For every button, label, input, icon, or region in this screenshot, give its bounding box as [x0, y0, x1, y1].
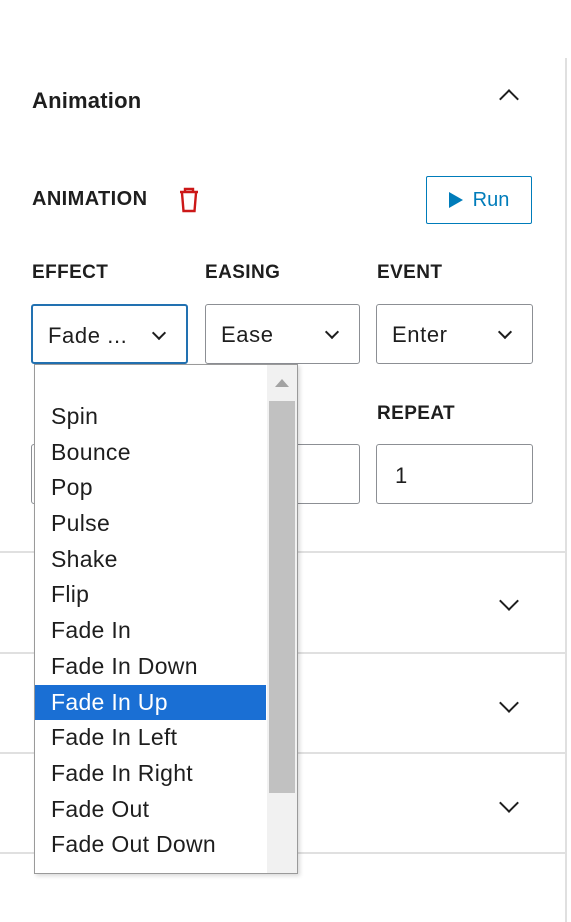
dropdown-option[interactable]: Fade Out — [35, 792, 266, 828]
scrollbar[interactable] — [267, 365, 297, 873]
event-select[interactable]: Enter — [376, 304, 533, 364]
chevron-down-icon[interactable] — [499, 693, 519, 713]
dropdown-option[interactable]: Spin — [35, 399, 266, 435]
chevron-down-icon — [324, 324, 340, 340]
run-button-label: Run — [472, 188, 510, 211]
run-button[interactable]: Run — [426, 176, 532, 224]
event-label: EVENT — [377, 262, 443, 283]
repeat-label: REPEAT — [377, 403, 456, 424]
repeat-input[interactable]: 1 — [376, 444, 533, 504]
animation-panel: Animation ANIMATION Run EFFECT EASING EV… — [0, 0, 571, 922]
repeat-input-value: 1 — [395, 463, 408, 488]
dropdown-option[interactable]: Fade Out Down — [35, 827, 266, 863]
scroll-up-arrow-icon[interactable] — [275, 379, 289, 387]
dropdown-option[interactable]: Shake — [35, 542, 266, 578]
chevron-down-icon — [151, 325, 167, 341]
panel-border — [565, 58, 567, 922]
dropdown-option[interactable]: Fade In Down — [35, 649, 266, 685]
play-icon — [448, 192, 463, 208]
dropdown-option[interactable]: Fade In Up — [35, 684, 266, 721]
effect-select[interactable]: Fade ... — [31, 304, 188, 364]
event-select-value: Enter — [392, 322, 448, 347]
easing-label: EASING — [205, 262, 281, 283]
dropdown-option[interactable]: Bounce — [35, 435, 266, 471]
effect-label: EFFECT — [32, 262, 109, 283]
chevron-down-icon[interactable] — [499, 591, 519, 611]
dropdown-option[interactable]: Flip — [35, 577, 266, 613]
section-title[interactable]: Animation — [32, 88, 141, 114]
dropdown-option[interactable]: Fade In Right — [35, 756, 266, 792]
effect-dropdown-list[interactable]: Spin Bounce Pop Pulse Shake Flip Fade In Fade I… — [34, 364, 298, 874]
dropdown-option[interactable]: Fade In Left — [35, 720, 266, 756]
trash-icon[interactable] — [178, 187, 200, 213]
chevron-down-icon[interactable] — [499, 793, 519, 813]
easing-select[interactable]: Ease — [205, 304, 360, 364]
effect-select-value: Fade ... — [48, 323, 128, 348]
chevron-up-icon[interactable] — [499, 89, 519, 109]
dropdown-option[interactable]: Pop — [35, 470, 266, 506]
dropdown-options: Spin Bounce Pop Pulse Shake Flip Fade In Fade I… — [35, 399, 266, 863]
dropdown-option[interactable]: Fade In — [35, 613, 266, 649]
easing-select-value: Ease — [221, 322, 274, 347]
dropdown-option[interactable]: Pulse — [35, 506, 266, 542]
scrollbar-thumb[interactable] — [269, 401, 295, 793]
chevron-down-icon — [497, 324, 513, 340]
animation-label: ANIMATION — [32, 188, 148, 210]
